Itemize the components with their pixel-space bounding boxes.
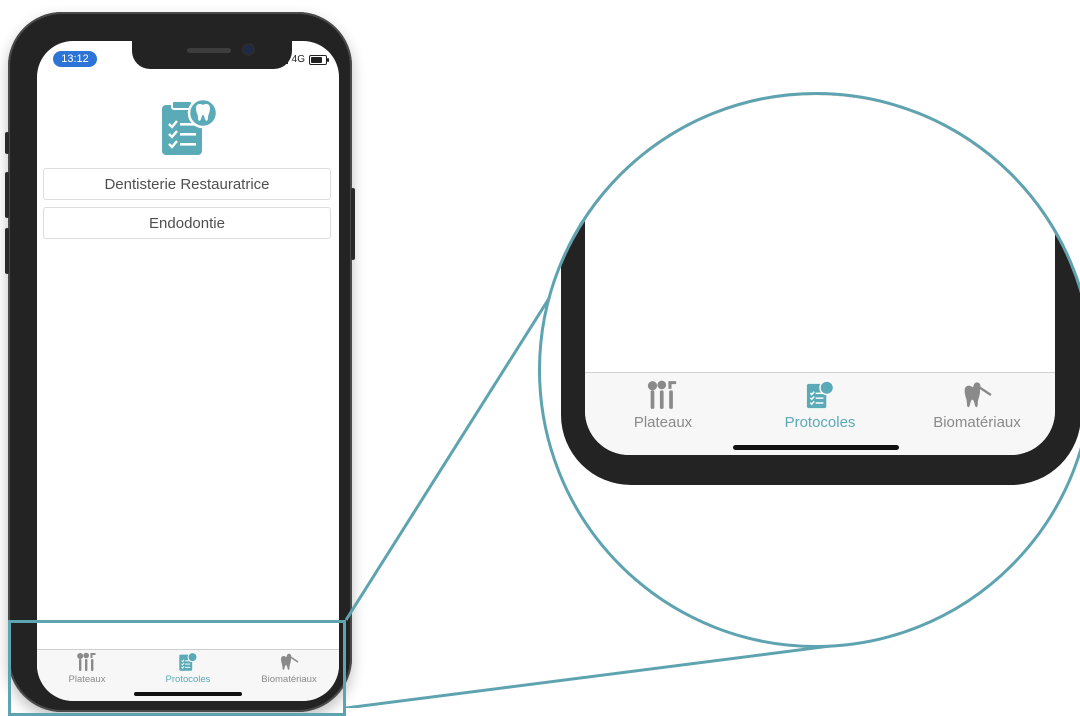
network-label: 4G — [291, 54, 305, 65]
protocol-item-endodontie[interactable]: Endodontie — [43, 207, 331, 239]
magnified-tab-plateaux: Plateaux — [585, 379, 741, 431]
volume-up-button — [5, 172, 9, 218]
speaker-grille — [187, 48, 231, 53]
tab-label: Plateaux — [633, 414, 693, 431]
tooth-tool-icon — [964, 382, 992, 408]
magnified-home-indicator — [733, 445, 899, 450]
power-button — [351, 188, 355, 260]
notch — [132, 41, 292, 69]
magnified-tab-protocoles: Protocoles — [742, 379, 898, 431]
tab-label: Biomatériaux — [933, 414, 1021, 431]
volume-down-button — [5, 228, 9, 274]
magnified-screen: Plateaux Protocoles Biomatériaux — [585, 95, 1055, 455]
phone-screen: 13:12 4G Dentisterie Restauratrice Endod… — [37, 41, 339, 701]
magnified-tab-biomateriaux: Biomatériaux — [899, 379, 1055, 431]
checklist-tooth-icon — [162, 97, 219, 155]
mute-switch — [5, 132, 9, 154]
magnified-tab-bar: Plateaux Protocoles Biomatériaux — [585, 372, 1055, 455]
checklist-tooth-icon — [806, 380, 835, 409]
status-time: 13:12 — [53, 51, 97, 67]
magnified-phone-frame: Plateaux Protocoles Biomatériaux — [561, 95, 1080, 485]
camera-icon — [244, 45, 253, 54]
battery-icon — [309, 54, 329, 65]
dental-instruments-icon — [647, 380, 677, 409]
zoom-magnifier: Plateaux Protocoles Biomatériaux — [538, 92, 1080, 648]
phone-frame: 13:12 4G Dentisterie Restauratrice Endod… — [5, 12, 355, 712]
protocol-item-restauratrice[interactable]: Dentisterie Restauratrice — [43, 168, 331, 200]
zoom-highlight-frame — [8, 620, 346, 716]
tab-label: Protocoles — [784, 414, 856, 431]
